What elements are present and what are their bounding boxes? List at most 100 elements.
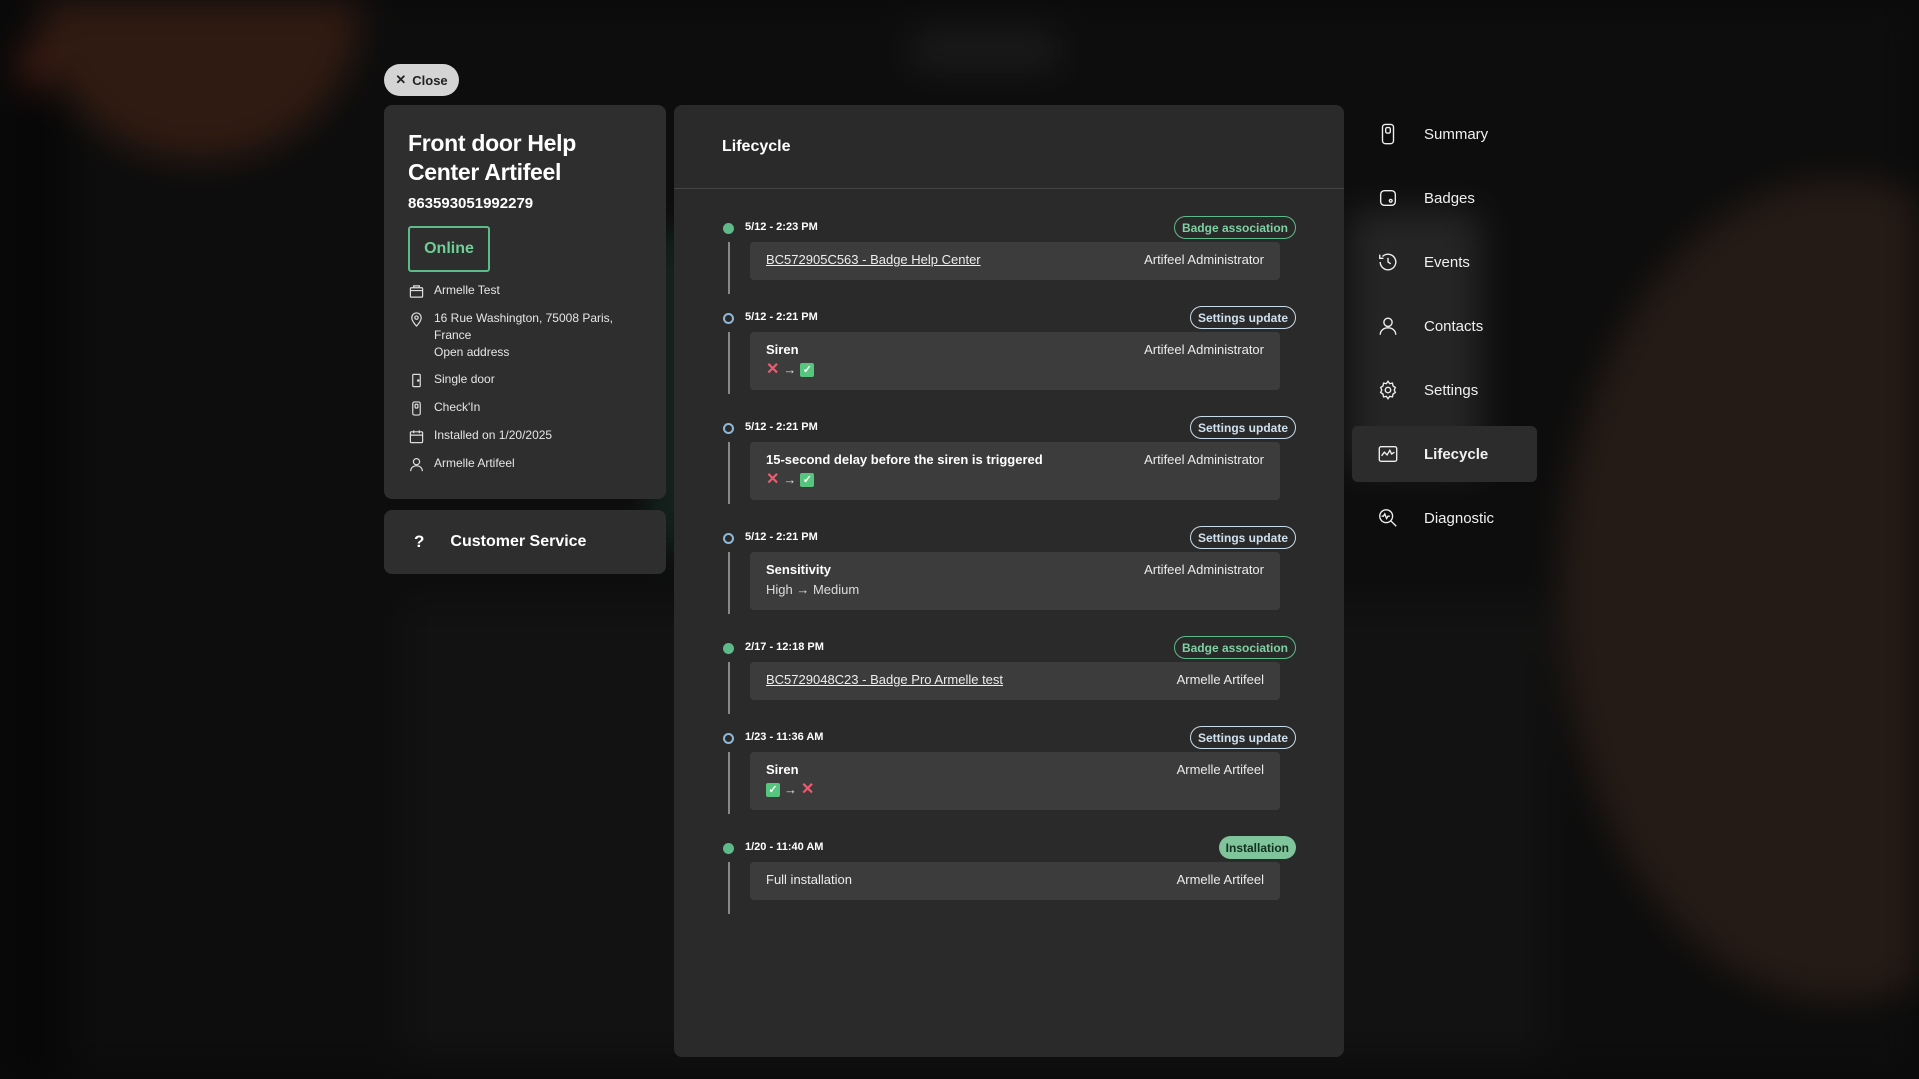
entry-subject: Siren [766,762,799,777]
device-icon [408,399,424,417]
entry-card: BC572905C563 - Badge Help Center Artifee… [750,242,1280,280]
entry-subject: Siren [766,342,799,357]
entry-time: 5/12 - 2:21 PM [745,531,818,543]
user-icon [1376,314,1400,338]
close-label: Close [412,72,448,88]
timeline-dot [723,313,734,324]
timeline-dot [723,223,734,234]
info-product-text: Check'In [434,400,481,414]
history-icon [1376,250,1400,274]
info-address: 16 Rue Washington, 75008 Paris, France O… [408,310,642,361]
calendar-icon [408,427,424,445]
entry-card: Sensitivity Artifeel Administrator High … [750,552,1280,610]
user-icon [408,455,424,473]
badge-link[interactable]: BC572905C563 - Badge Help Center [766,252,981,267]
nav-settings[interactable]: Settings [1352,362,1537,418]
badge-link[interactable]: BC5729048C23 - Badge Pro Armelle test [766,672,1003,687]
entry-card: Siren Artifeel Administrator ✕ → ✓ [750,332,1280,390]
arrow-icon: → [784,782,797,797]
entry-tag: Settings update [1189,526,1296,549]
info-installed-text: Installed on 1/20/2025 [434,428,553,442]
entry-time: 2/17 - 12:18 PM [745,641,824,653]
entry-time: 1/20 - 11:40 AM [745,841,824,853]
device-icon [1376,122,1400,146]
entry-change: ✓ → ✕ [766,780,1264,798]
nav-badges[interactable]: Badges [1352,170,1537,226]
open-address-link[interactable]: Open address [434,344,642,361]
timeline-dot [723,423,734,434]
nav-settings-label: Settings [1424,381,1479,399]
info-owner: Armelle Test [408,282,642,300]
lifecycle-panel: Lifecycle 5/12 - 2:23 PM Badge associati… [674,105,1344,1057]
customer-service-label: Customer Service [450,533,587,550]
panel-title: Lifecycle [722,137,791,155]
arrow-icon: → [783,472,797,487]
cross-icon: ✕ [766,360,780,378]
nav-lifecycle[interactable]: Lifecycle [1352,426,1537,482]
timeline-line [728,752,730,814]
timeline-dot [723,533,734,544]
check-icon: ✓ [800,472,815,487]
timeline-dot [723,643,734,654]
entry-card: 15-second delay before the siren is trig… [750,442,1280,500]
info-installer-text: Armelle Artifeel [434,456,515,470]
info-door-type-text: Single door [434,372,495,386]
entry-tag: Badge association [1173,216,1296,239]
door-icon [408,371,424,389]
info-installed: Installed on 1/20/2025 [408,427,642,445]
nav-lifecycle-label: Lifecycle [1424,445,1489,463]
close-icon: ✕ [395,72,407,87]
timeline-line [728,442,730,504]
info-address-text: 16 Rue Washington, 75008 Paris, France [434,311,613,342]
timeline-dot [723,733,734,744]
entry-tag: Installation [1218,836,1296,859]
entry-subject: Sensitivity [766,562,832,577]
entry-tag: Badge association [1173,636,1296,659]
nav-diagnostic[interactable]: Diagnostic [1352,490,1537,546]
entry-tag: Settings update [1189,726,1296,749]
status-badge: Online [408,226,490,272]
entry-subject: 15-second delay before the siren is trig… [766,452,1043,467]
entry-change: High → Medium [766,582,860,597]
customer-service-button[interactable]: ? Customer Service [384,510,666,574]
panel-header: Lifecycle [674,105,1344,189]
question-icon: ? [414,532,425,551]
device-card: Front door Help Center Artifeel 86359305… [384,105,666,499]
activity-chart-icon [1376,442,1400,466]
gear-icon [1376,378,1400,402]
nav-contacts[interactable]: Contacts [1352,298,1537,354]
info-installer: Armelle Artifeel [408,455,642,473]
entry-time: 5/12 - 2:21 PM [745,421,818,433]
side-nav: Summary Badges Events Contacts Settings … [1352,106,1537,554]
cross-icon: ✕ [801,780,815,798]
search-pulse-icon [1376,506,1400,530]
building-icon [408,282,424,300]
entry-change: ✕ → ✓ [766,471,1264,487]
timeline-line [728,662,730,714]
entry-time: 1/23 - 11:36 AM [745,731,824,743]
close-button[interactable]: ✕ Close [384,64,459,96]
timeline-line [728,862,730,914]
entry-card: Full installation Armelle Artifeel [750,862,1280,900]
check-icon: ✓ [800,362,815,377]
entry-author: Armelle Artifeel [1176,672,1264,687]
entry-author: Armelle Artifeel [1176,872,1264,887]
timeline-line [728,332,730,394]
badge-icon [1376,186,1400,210]
device-serial: 863593051992279 [408,195,534,212]
entry-time: 5/12 - 2:21 PM [745,311,818,323]
entry-tag: Settings update [1189,416,1296,439]
info-product: Check'In [408,399,642,417]
entry-change: ✕ → ✓ [766,360,1264,378]
info-owner-text: Armelle Test [434,283,500,297]
arrow-icon: → [783,362,797,377]
nav-summary[interactable]: Summary [1352,106,1537,162]
entry-author: Artifeel Administrator [1144,252,1264,267]
device-title: Front door Help Center Artifeel [408,130,576,185]
entry-card: Siren Armelle Artifeel ✓ → ✕ [750,752,1280,810]
timeline-line [728,242,730,294]
nav-summary-label: Summary [1424,125,1489,143]
entry-author: Artifeel Administrator [1144,342,1264,357]
nav-events[interactable]: Events [1352,234,1537,290]
check-icon: ✓ [766,782,780,797]
